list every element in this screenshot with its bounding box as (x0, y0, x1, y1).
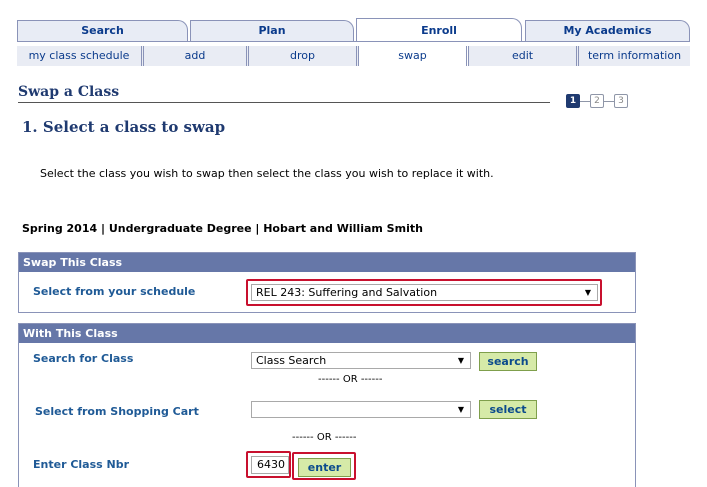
class-nbr-highlight (246, 451, 291, 478)
subtab-drop[interactable]: drop (249, 46, 359, 66)
search-for-class-label: Search for Class (33, 352, 134, 365)
step-connector (580, 100, 590, 102)
tab-divider (17, 41, 690, 42)
class-search-selected-value: Class Search (256, 354, 327, 367)
chevron-down-icon: ▼ (457, 405, 464, 414)
select-button[interactable]: select (479, 400, 537, 419)
select-from-cart-label: Select from Shopping Cart (35, 405, 199, 418)
page-title: Swap a Class (18, 84, 120, 100)
step-indicator: 1 2 3 (566, 94, 628, 108)
subtab-term-information[interactable]: term information (579, 46, 690, 66)
subtab-edit[interactable]: edit (469, 46, 579, 66)
tab-plan[interactable]: Plan (190, 20, 354, 42)
or-separator: ------ OR ------ (292, 432, 357, 443)
enter-class-nbr-label: Enter Class Nbr (33, 458, 130, 471)
sub-tabs: my class schedule add drop swap edit ter… (17, 46, 690, 66)
step-2-icon: 2 (590, 94, 604, 108)
tab-search[interactable]: Search (17, 20, 188, 42)
subtab-swap[interactable]: swap (359, 46, 469, 66)
enter-button-highlight (292, 452, 356, 480)
tab-enroll[interactable]: Enroll (356, 18, 522, 42)
subtab-add[interactable]: add (144, 46, 249, 66)
subtab-my-class-schedule[interactable]: my class schedule (17, 46, 144, 66)
step-1-icon: 1 (566, 94, 580, 108)
step-connector (604, 100, 614, 102)
search-button[interactable]: search (479, 352, 537, 371)
class-search-select[interactable]: Class Search ▼ (251, 352, 471, 369)
step-title: 1. Select a class to swap (22, 118, 226, 136)
header-divider (18, 102, 550, 103)
chevron-down-icon: ▼ (457, 356, 464, 365)
shopping-cart-select[interactable]: ▼ (251, 401, 471, 418)
section-header: With This Class (19, 324, 635, 343)
schedule-select-highlight (246, 279, 602, 306)
main-tabs: Search Plan Enroll My Academics (17, 18, 690, 42)
section-header: Swap This Class (19, 253, 635, 272)
step-3-icon: 3 (614, 94, 628, 108)
select-from-schedule-label: Select from your schedule (33, 285, 196, 298)
tab-my-academics[interactable]: My Academics (525, 20, 690, 42)
or-separator: ------ OR ------ (318, 374, 383, 385)
term-info: Spring 2014 | Undergraduate Degree | Hob… (22, 222, 423, 235)
instructions-text: Select the class you wish to swap then s… (40, 167, 494, 180)
